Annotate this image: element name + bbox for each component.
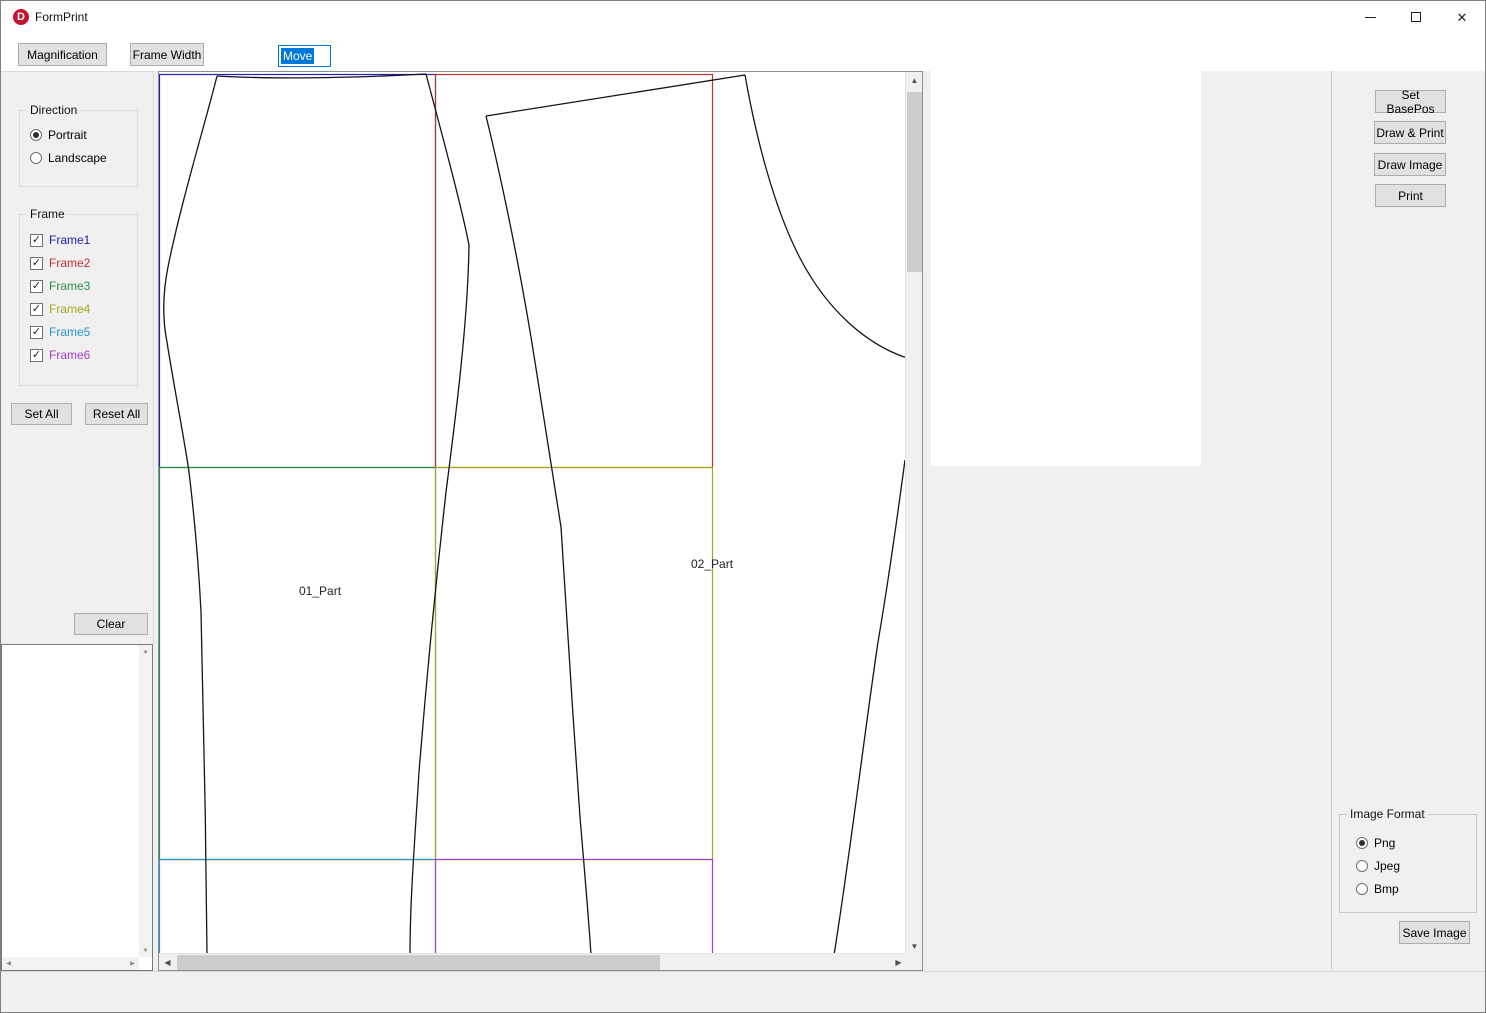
app-title: FormPrint: [35, 10, 88, 24]
frame2-label: Frame2: [49, 256, 91, 270]
frame6-rect: [434, 858, 714, 955]
radio-landscape[interactable]: Landscape: [30, 150, 107, 166]
image-format-group: Image Format Png Jpeg Bmp: [1339, 807, 1477, 913]
radio-bmp-label: Bmp: [1374, 882, 1399, 896]
frame2-checkbox-icon: ✓: [30, 256, 43, 270]
radio-portrait-icon: [30, 129, 42, 141]
listbox-scroll-right-icon[interactable]: ▶: [126, 957, 139, 970]
frame6-checkbox-row[interactable]: ✓ Frame6: [30, 347, 90, 363]
app-logo-icon: D: [13, 9, 29, 25]
frame1-label: Frame1: [49, 233, 91, 247]
direction-group-label: Direction: [27, 103, 81, 117]
frame-width-button[interactable]: Frame Width: [130, 43, 204, 66]
pattern-drawing: 01_Part 02_Part: [159, 73, 907, 955]
maximize-icon: [1411, 12, 1421, 22]
minimize-button[interactable]: [1347, 1, 1393, 33]
frame1-rect: [159, 73, 437, 469]
frame4-checkbox-icon: ✓: [30, 302, 43, 316]
statusbar: [1, 971, 1485, 1012]
frame5-rect: [159, 858, 437, 955]
frame2-rect: [434, 73, 714, 469]
close-button[interactable]: ✕: [1439, 1, 1485, 33]
frame5-checkbox-icon: ✓: [30, 325, 43, 339]
frame5-label: Frame5: [49, 325, 91, 339]
frame1-checkbox-row[interactable]: ✓ Frame1: [30, 232, 90, 248]
frame3-checkbox-row[interactable]: ✓ Frame3: [30, 278, 90, 294]
frame2-checkbox-row[interactable]: ✓ Frame2: [30, 255, 90, 271]
reset-all-button[interactable]: Reset All: [85, 403, 148, 425]
listbox-scroll-left-icon[interactable]: ◀: [2, 957, 15, 970]
frame4-label: Frame4: [49, 302, 91, 316]
radio-jpeg[interactable]: Jpeg: [1356, 858, 1400, 874]
frame4-checkbox-row[interactable]: ✓ Frame4: [30, 301, 90, 317]
radio-png-label: Png: [1374, 836, 1396, 850]
pattern-canvas[interactable]: 01_Part 02_Part ▲ ▼ ◀ ▶: [158, 71, 923, 971]
radio-png-icon: [1356, 837, 1368, 849]
listbox-horizontal-scrollbar[interactable]: ◀ ▶: [2, 957, 139, 970]
frame3-label: Frame3: [49, 279, 91, 293]
radio-landscape-icon: [30, 152, 42, 164]
image-format-group-label: Image Format: [1347, 807, 1428, 821]
frame3-checkbox-icon: ✓: [30, 279, 43, 293]
canvas-scroll-left-icon[interactable]: ◀: [159, 954, 176, 971]
frame4-rect: [434, 466, 714, 861]
radio-png[interactable]: Png: [1356, 835, 1395, 851]
titlebar: D FormPrint ✕: [1, 1, 1485, 33]
radio-bmp-icon: [1356, 883, 1368, 895]
set-basepos-button[interactable]: Set BasePos: [1375, 88, 1446, 116]
left-listbox[interactable]: ▲ ▼ ◀ ▶: [1, 644, 153, 971]
canvas-hscroll-thumb[interactable]: [177, 955, 660, 970]
radio-jpeg-icon: [1356, 860, 1368, 872]
pattern-piece-2-outline: [485, 74, 907, 955]
frame-group-label: Frame: [27, 207, 68, 221]
canvas-vscroll-thumb[interactable]: [907, 92, 922, 272]
right-panel-divider: [1331, 71, 1332, 970]
left-panel: Direction Portrait Landscape Frame ✓ Fra…: [1, 71, 154, 644]
frame3-rect: [159, 466, 437, 861]
set-all-button[interactable]: Set All: [11, 403, 72, 425]
move-input[interactable]: Move: [278, 45, 331, 67]
frame6-label: Frame6: [49, 348, 91, 362]
draw-image-button[interactable]: Draw Image: [1374, 153, 1446, 176]
radio-portrait-label: Portrait: [48, 128, 87, 142]
canvas-vertical-scrollbar[interactable]: ▲ ▼: [905, 72, 922, 955]
print-button[interactable]: Print: [1375, 184, 1446, 207]
canvas-horizontal-scrollbar[interactable]: ◀ ▶: [159, 953, 907, 970]
radio-landscape-label: Landscape: [48, 151, 107, 165]
direction-group: Direction Portrait Landscape: [19, 103, 138, 187]
frame6-checkbox-icon: ✓: [30, 348, 43, 362]
radio-jpeg-label: Jpeg: [1374, 859, 1401, 873]
listbox-scroll-down-icon[interactable]: ▼: [139, 944, 152, 957]
window-controls: ✕: [1347, 1, 1485, 33]
scrollbar-corner: [905, 953, 922, 970]
listbox-scroll-up-icon[interactable]: ▲: [139, 645, 152, 658]
part1-label: 01_Part: [299, 584, 342, 598]
magnification-button[interactable]: Magnification: [18, 43, 107, 66]
radio-portrait[interactable]: Portrait: [30, 127, 87, 143]
move-input-selected-text: Move: [281, 48, 315, 64]
app-window: D FormPrint ✕ Magnification Frame Width …: [0, 0, 1486, 1013]
canvas-scroll-up-icon[interactable]: ▲: [906, 72, 923, 89]
frame1-checkbox-icon: ✓: [30, 233, 43, 247]
close-icon: ✕: [1456, 9, 1468, 25]
part2-label: 02_Part: [691, 557, 734, 571]
clear-button[interactable]: Clear: [74, 613, 148, 635]
toolbar: Magnification Frame Width: [1, 33, 1485, 71]
radio-bmp[interactable]: Bmp: [1356, 881, 1399, 897]
minimize-icon: [1364, 16, 1376, 18]
save-image-button[interactable]: Save Image: [1399, 921, 1470, 944]
listbox-vertical-scrollbar[interactable]: ▲ ▼: [139, 645, 152, 957]
draw-print-button[interactable]: Draw & Print: [1374, 121, 1446, 144]
frame5-checkbox-row[interactable]: ✓ Frame5: [30, 324, 90, 340]
maximize-button[interactable]: [1393, 1, 1439, 33]
frame-group: Frame ✓ Frame1 ✓ Frame2 ✓ Frame3 ✓ Frame…: [19, 207, 138, 386]
preview-panel: [931, 71, 1201, 466]
pattern-piece-1-outline: [163, 73, 470, 955]
